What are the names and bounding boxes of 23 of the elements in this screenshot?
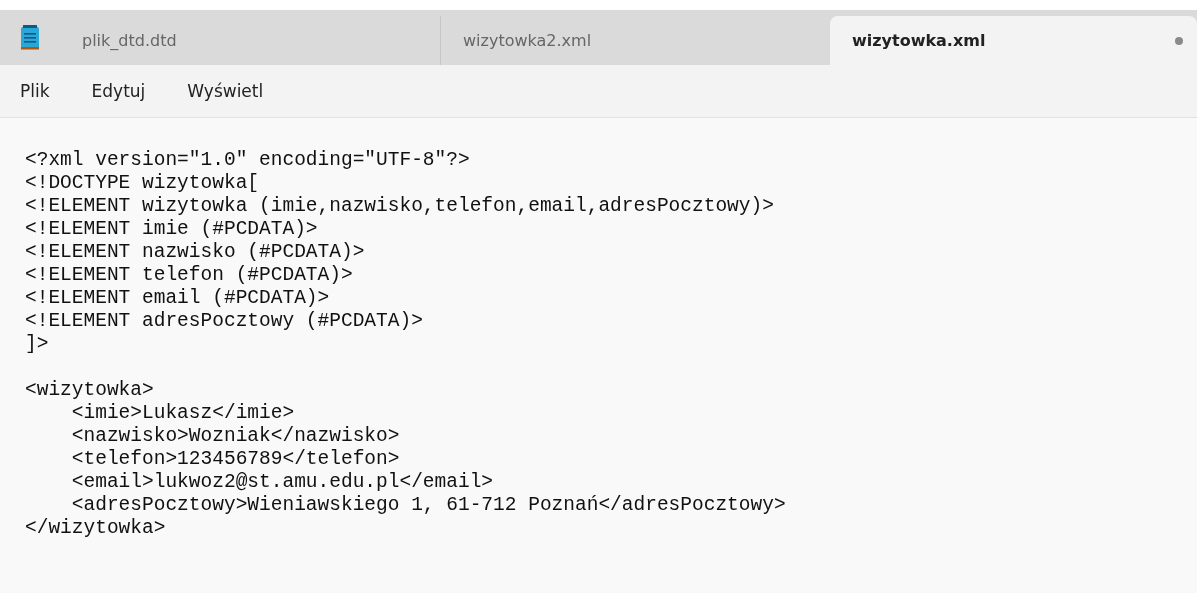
code-line: <!ELEMENT email (#PCDATA)> [25, 287, 330, 310]
menu-item[interactable]: Wyświetl [175, 77, 276, 105]
code-line: <nazwisko>Wozniak</nazwisko> [70, 425, 400, 448]
menu-item[interactable]: Edytuj [79, 77, 158, 105]
code-line: <?xml version="1.0" encoding="UTF-8"?> [25, 149, 470, 172]
code-line: <!ELEMENT imie (#PCDATA)> [25, 218, 318, 241]
file-tab[interactable]: wizytowka.xml [830, 16, 1197, 65]
code-line: <!ELEMENT wizytowka (imie,nazwisko,telefon,email,adresPocztowy)> [25, 195, 774, 218]
unsaved-dot-icon [1175, 36, 1183, 45]
code-line: <adresPocztowy>Wieniawskiego 1, 61-712 Poznań</adresPocztowy> [70, 494, 786, 517]
code-line: <email>lukwoz2@st.amu.edu.pl</email> [70, 471, 494, 494]
code-line: <telefon>123456789</telefon> [70, 448, 400, 471]
code-line: </wizytowka> [25, 517, 166, 540]
code-line: <!ELEMENT telefon (#PCDATA)> [25, 264, 353, 287]
code-line: <wizytowka> [25, 379, 154, 402]
code-line: <imie>Lukasz</imie> [70, 402, 295, 425]
code-line: <!ELEMENT nazwisko (#PCDATA)> [25, 241, 365, 264]
code-line: <!ELEMENT adresPocztowy (#PCDATA)> [25, 310, 423, 333]
notepad-icon [20, 24, 40, 51]
code-line: ]> [25, 333, 49, 356]
file-tab[interactable]: plik_dtd.dtd [60, 16, 440, 65]
code-line: <!DOCTYPE wizytowka[ [25, 172, 260, 195]
menu-item[interactable]: Plik [8, 77, 62, 105]
